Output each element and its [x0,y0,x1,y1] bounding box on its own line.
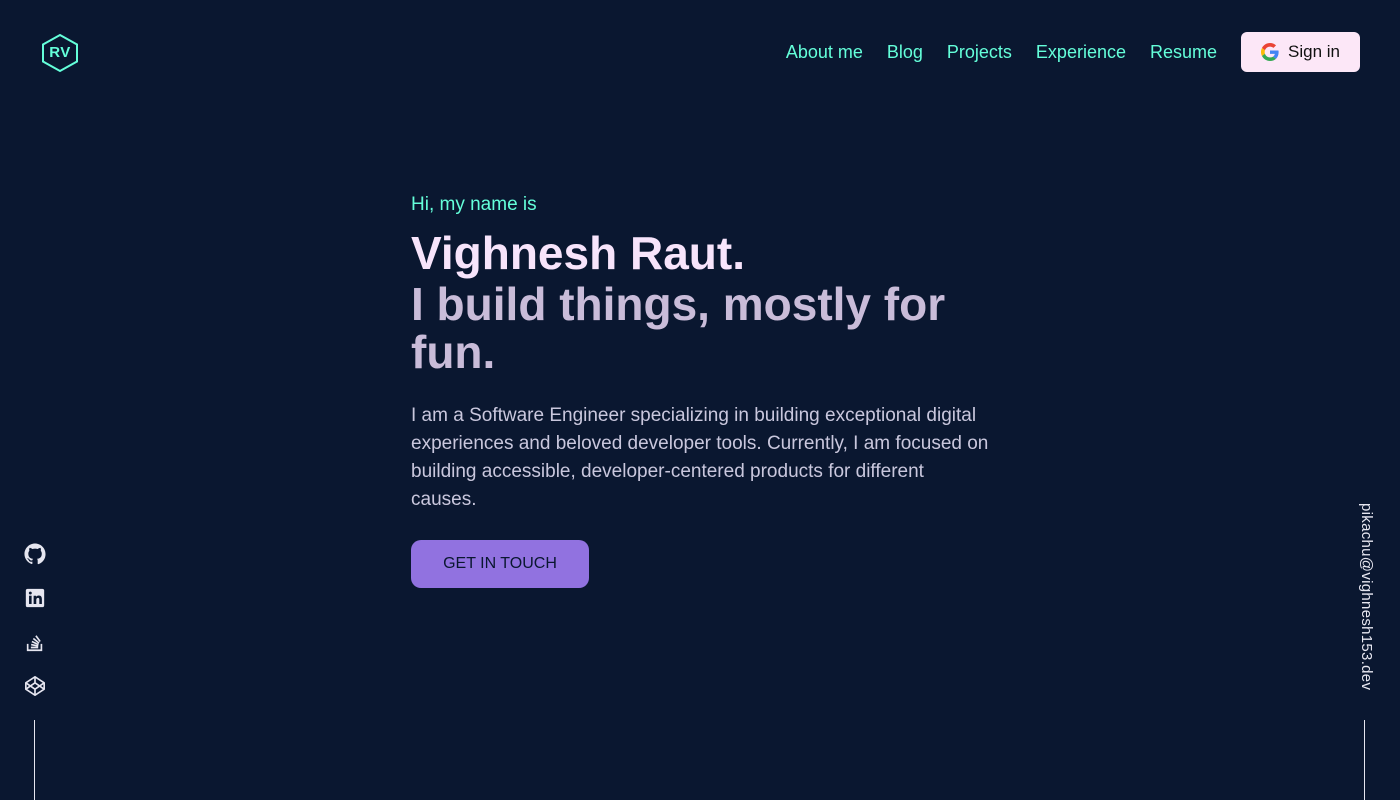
left-vertical-line [34,720,35,800]
hero-section: Hi, my name is Vighnesh Raut. I build th… [411,192,1011,588]
nav-experience[interactable]: Experience [1036,42,1126,63]
right-vertical-line [1364,720,1365,800]
hero-description: I am a Software Engineer specializing in… [411,405,989,510]
stackoverflow-icon[interactable] [24,631,46,653]
get-in-touch-button[interactable]: GET IN TOUCH [411,540,589,588]
linkedin-icon[interactable] [24,587,46,609]
github-icon[interactable] [24,543,46,565]
google-icon [1261,43,1279,61]
nav-resume[interactable]: Resume [1150,42,1217,63]
signin-label: Sign in [1288,42,1340,61]
email-link[interactable]: pikachu@vighnesh153.dev [1353,503,1375,703]
page: RV About me Blog Projects Experience Res… [0,0,1400,800]
nav-about-me[interactable]: About me [786,42,863,63]
nav-blog[interactable]: Blog [887,42,923,63]
top-nav: About me Blog Projects Experience Resume… [786,32,1360,72]
logo[interactable]: RV [40,33,80,73]
nav-projects[interactable]: Projects [947,42,1012,63]
hero-greeting: Hi, my name is [411,194,537,215]
hero-name: Vighnesh Raut. [411,227,745,279]
google-signin-button[interactable]: Sign in [1241,32,1360,72]
codepen-icon[interactable] [24,675,46,697]
social-links [24,543,46,719]
hero-tagline: I build things, mostly for fun. [411,278,946,378]
logo-text: RV [49,44,71,61]
